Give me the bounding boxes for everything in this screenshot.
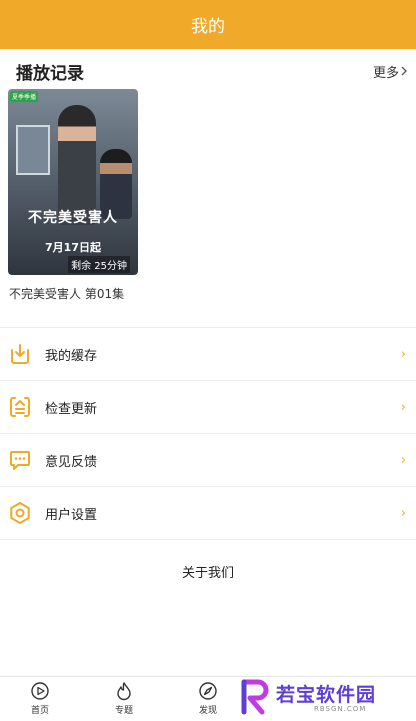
menu-label: 我的缓存 xyxy=(45,348,98,364)
chevron-right-icon: › xyxy=(400,399,406,415)
chevron-right-icon: › xyxy=(400,505,406,521)
update-icon xyxy=(10,397,30,417)
history-title: 播放记录 xyxy=(16,63,84,84)
history-header: 播放记录 更多 xyxy=(16,58,408,84)
more-link[interactable]: 更多 xyxy=(373,62,408,81)
poster-tag: 夏季季播 xyxy=(10,91,39,102)
watermark-subtext: RBSGN.COM xyxy=(314,705,367,713)
history-caption[interactable]: 不完美受害人 第01集 xyxy=(9,285,124,302)
tab-home[interactable]: 首页 xyxy=(18,681,62,719)
watermark: 若宝软件园 RBSGN.COM xyxy=(236,676,416,720)
page-title: 我的 xyxy=(191,17,225,37)
about-us-link[interactable]: 关于我们 xyxy=(0,562,416,581)
menu-item-update[interactable]: 检查更新 › xyxy=(0,381,416,433)
flame-icon xyxy=(117,682,131,701)
chevron-right-icon: › xyxy=(400,452,406,468)
compass-icon xyxy=(199,682,217,700)
menu-label: 检查更新 xyxy=(45,401,98,417)
poster-title: 不完美受害人 xyxy=(28,210,118,226)
top-bar: 我的 xyxy=(0,0,416,49)
menu-label: 用户设置 xyxy=(45,507,98,523)
play-circle-icon xyxy=(31,682,49,700)
tab-discover[interactable]: 发现 xyxy=(186,681,230,719)
menu-item-feedback[interactable]: 意见反馈 › xyxy=(0,434,416,486)
menu-label: 意见反馈 xyxy=(45,454,98,470)
poster-date: 7月17日起 xyxy=(45,241,101,254)
watermark-logo-icon xyxy=(241,679,269,715)
menu-item-cache[interactable]: 我的缓存 › xyxy=(0,328,416,380)
remaining-time: 剩余 25分钟 xyxy=(68,256,130,273)
divider xyxy=(0,539,416,540)
chevron-right-icon xyxy=(401,66,407,76)
feedback-icon xyxy=(10,451,30,470)
poster-window xyxy=(16,125,50,175)
more-label: 更多 xyxy=(372,65,399,81)
tab-label: 发现 xyxy=(198,706,217,716)
tab-label: 首页 xyxy=(30,706,49,716)
history-poster[interactable]: 夏季季播 不完美受害人 7月17日起 剩余 25分钟 xyxy=(8,89,138,275)
watermark-text: 若宝软件园 xyxy=(276,684,377,706)
menu-item-settings[interactable]: 用户设置 › xyxy=(0,487,416,539)
settings-icon xyxy=(10,502,30,524)
chevron-right-icon: › xyxy=(400,346,406,362)
download-icon xyxy=(11,344,29,364)
tab-topics[interactable]: 专题 xyxy=(102,681,146,719)
tab-label: 专题 xyxy=(114,706,133,716)
